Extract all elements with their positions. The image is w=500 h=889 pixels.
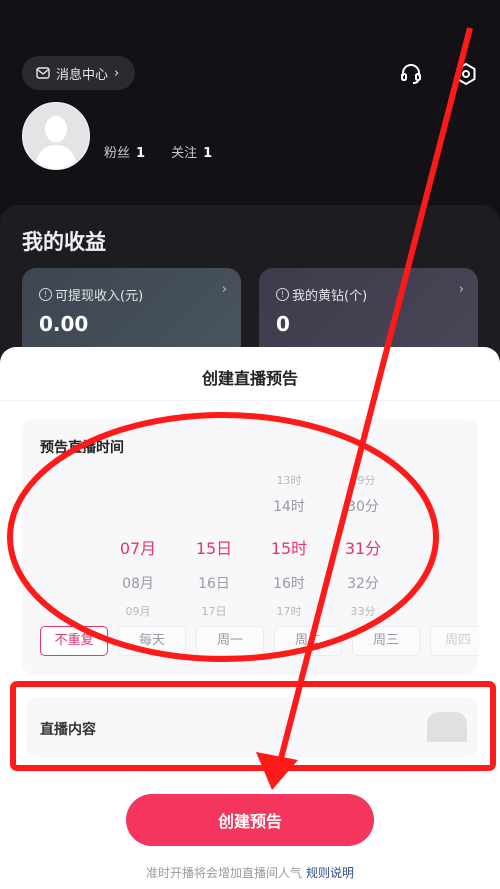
earnings-title: 我的收益 <box>22 230 106 254</box>
sheet-title: 创建直播预告 <box>201 369 298 388</box>
picker-minute-item[interactable]: 33分 <box>328 603 398 619</box>
live-content-label: 直播内容 <box>40 722 96 738</box>
avatar[interactable] <box>22 102 90 170</box>
mail-icon <box>36 67 50 79</box>
divider <box>0 400 500 401</box>
withdrawable-income-value: 0.00 <box>39 312 89 336</box>
time-section-label: 预告直播时间 <box>40 440 124 456</box>
chevron-right-icon: › <box>221 282 227 297</box>
picker-day-item[interactable]: 17日 <box>179 603 249 619</box>
picker-minute-item[interactable]: 29分 <box>328 472 398 488</box>
info-icon: ! <box>39 288 52 301</box>
picker-hour-item[interactable]: 17时 <box>254 603 324 619</box>
picker-hour-item[interactable]: 16时 <box>254 573 324 593</box>
chevron-right-icon: › <box>458 282 464 297</box>
picker-hour-item[interactable]: 13时 <box>254 472 324 488</box>
repeat-option-none[interactable]: 不重复 <box>40 626 108 656</box>
footnote: 准时开播将会增加直播间人气 规则说明 <box>0 864 500 881</box>
picker-month-item[interactable]: 08月 <box>103 573 173 593</box>
info-icon: ! <box>276 288 289 301</box>
picker-month-selected[interactable]: 07月 <box>103 535 173 559</box>
repeat-option-daily[interactable]: 每天 <box>118 626 186 656</box>
content-thumbnail[interactable] <box>427 712 467 742</box>
picker-hour-item[interactable]: 14时 <box>254 496 324 516</box>
repeat-option-monday[interactable]: 周一 <box>196 626 264 656</box>
picker-minute-item[interactable]: 30分 <box>328 496 398 516</box>
settings-icon[interactable] <box>454 62 478 86</box>
follow-stats: 粉丝 1 关注 1 <box>104 142 212 161</box>
picker-day-item[interactable]: 16日 <box>179 573 249 593</box>
chevron-right-icon: › <box>114 65 120 81</box>
message-center-button[interactable]: 消息中心 › <box>22 56 136 90</box>
repeat-option-wednesday[interactable]: 周三 <box>352 626 420 656</box>
picker-day-selected[interactable]: 15日 <box>179 535 249 559</box>
following-stat[interactable]: 关注 1 <box>171 142 212 161</box>
picker-month-item[interactable]: 09月 <box>103 603 173 619</box>
repeat-option-thursday[interactable]: 周四 <box>430 626 479 656</box>
picker-minute-selected[interactable]: 31分 <box>328 535 398 559</box>
picker-hour-selected[interactable]: 15时 <box>254 535 324 559</box>
yellow-diamond-value: 0 <box>276 312 290 336</box>
message-center-label: 消息中心 <box>56 67 109 83</box>
default-avatar-icon <box>35 116 77 169</box>
create-preview-button[interactable]: 创建预告 <box>126 794 374 846</box>
picker-minute-item[interactable]: 32分 <box>328 573 398 593</box>
rules-link[interactable]: 规则说明 <box>306 866 354 880</box>
repeat-option-tuesday[interactable]: 周二 <box>274 626 342 656</box>
fans-stat[interactable]: 粉丝 1 <box>104 142 145 161</box>
headset-icon[interactable] <box>399 62 423 86</box>
footnote-text: 准时开播将会增加直播间人气 <box>145 866 302 880</box>
